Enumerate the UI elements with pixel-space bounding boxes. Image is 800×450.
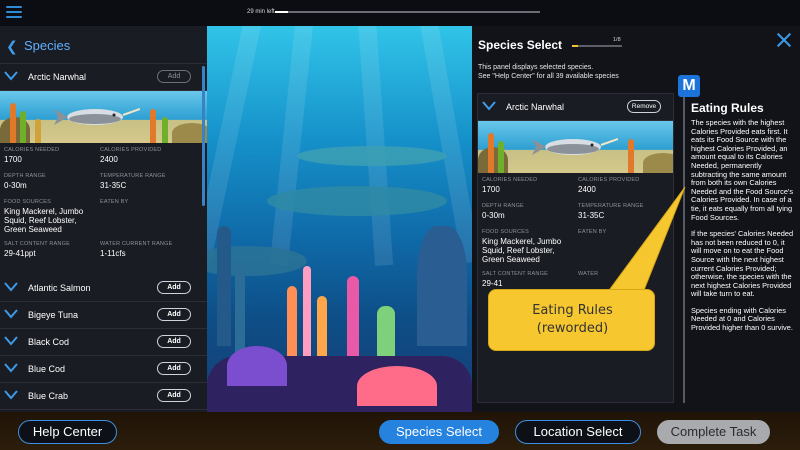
panel-description-line: This panel displays selected species. [478, 64, 594, 71]
complete-task-button[interactable]: Complete Task [657, 420, 770, 444]
species-name: Blue Crab [28, 391, 69, 401]
top-bar: 29 min left [0, 0, 800, 26]
scrollbar[interactable] [202, 66, 205, 206]
remove-button[interactable]: Remove [627, 100, 661, 113]
rules-paragraph: Species ending with Calories Needed at 0… [691, 305, 793, 333]
stat-label: CALORIES PROVIDED [578, 177, 640, 183]
stat-value: 2400 [100, 155, 118, 164]
location-select-button[interactable]: Location Select [515, 420, 641, 444]
add-button[interactable]: Add [157, 308, 191, 321]
selection-progress-fill [572, 45, 579, 47]
species-row[interactable]: Bigeye Tuna Add [0, 302, 207, 329]
selected-species-header[interactable]: Arctic Narwhal Remove [478, 94, 673, 121]
stat-label: FOOD SOURCES [4, 199, 52, 205]
rules-paragraph: The species with the highest Calories Pr… [691, 118, 794, 222]
close-icon[interactable] [776, 32, 792, 48]
m-logo-icon: M [678, 75, 700, 97]
timer-progress-fill [275, 11, 289, 13]
add-button[interactable]: Add [157, 335, 191, 348]
species-row[interactable]: Black Cod Add [0, 329, 207, 356]
species-image [0, 91, 207, 143]
hamburger-menu-icon[interactable] [6, 6, 22, 19]
species-row[interactable]: Blue Crab Add [0, 383, 207, 410]
species-name: Atlantic Salmon [28, 283, 91, 293]
timer-progress-bar [275, 11, 540, 13]
species-list-title: Species [24, 38, 71, 53]
species-name: Arctic Narwhal [506, 102, 565, 112]
timer-label: 29 min left [247, 9, 275, 15]
chevron-down-icon[interactable] [4, 309, 18, 321]
stat-label: EATEN BY [100, 199, 129, 205]
stat-label: TEMPERATURE RANGE [100, 173, 166, 179]
selection-count: 1/8 [613, 37, 621, 43]
rules-paragraph: If the species' Calories Needed has not … [691, 229, 794, 299]
species-row[interactable]: Blue Cod Add [0, 356, 207, 383]
bottom-bar: Help Center Species Select Location Sele… [0, 412, 800, 450]
stat-label: SALT CONTENT RANGE [4, 241, 70, 247]
species-name: Blue Cod [28, 364, 66, 374]
panel-title: Species Select [478, 38, 563, 52]
species-row-expanded[interactable]: Arctic Narwhal Add [0, 64, 207, 91]
stat-value: 0-30m [4, 181, 27, 190]
stat-value: 0-30m [482, 211, 505, 220]
species-row[interactable]: Atlantic Salmon Add [0, 275, 207, 302]
panel-description: This panel displays selected species. Se… [478, 63, 678, 81]
stat-label: CALORIES NEEDED [4, 147, 60, 153]
add-button[interactable]: Add [157, 389, 191, 402]
species-name: Bigeye Tuna [28, 310, 79, 320]
narwhal-icon [54, 108, 140, 125]
callout-note: Eating Rules (reworded) [488, 289, 655, 351]
species-name: Black Cod [28, 337, 70, 347]
eating-rules-text: The species with the highest Calories Pr… [691, 118, 795, 341]
species-select-button[interactable]: Species Select [379, 420, 499, 444]
narwhal-icon [532, 138, 618, 155]
stat-label: DEPTH RANGE [482, 203, 524, 209]
chevron-down-icon[interactable] [4, 390, 18, 402]
chevron-down-icon[interactable] [4, 363, 18, 375]
callout-line: (reworded) [536, 321, 609, 336]
species-list: Atlantic Salmon Add Bigeye Tuna Add Black Co… [0, 275, 207, 410]
add-button[interactable]: Add [157, 362, 191, 375]
chevron-up-icon[interactable] [4, 71, 18, 83]
stat-label: CALORIES PROVIDED [100, 147, 162, 153]
stat-value: King Mackerel, Jumbo Squid, Reef Lobster… [4, 207, 84, 234]
stat-label: CALORIES NEEDED [482, 177, 538, 183]
species-stats: CALORIES NEEDED 1700 CALORIES PROVIDED 2… [0, 143, 207, 275]
stat-value: 1-11cfs [100, 249, 126, 258]
stat-value: 1700 [482, 185, 500, 194]
stat-label: DEPTH RANGE [4, 173, 46, 179]
ocean-scene [207, 26, 472, 412]
back-chevron-icon[interactable]: ❮ [6, 38, 18, 55]
stat-label: SALT CONTENT RANGE [482, 271, 548, 277]
species-name: Arctic Narwhal [28, 72, 87, 82]
stat-value: 29-41 [482, 279, 503, 288]
stat-label: WATER CURRENT RANGE [100, 241, 173, 247]
species-image [478, 121, 673, 173]
help-center-button[interactable]: Help Center [18, 420, 117, 444]
chevron-down-icon[interactable] [4, 282, 18, 294]
chevron-up-icon[interactable] [482, 101, 496, 113]
eating-rules-title: Eating Rules [691, 101, 764, 115]
stat-value: King Mackerel, Jumbo Squid, Reef Lobster… [482, 237, 562, 264]
species-list-panel: ❮ Species Arctic Narwhal Add CALORIES NE… [0, 26, 207, 412]
stat-value: 1700 [4, 155, 22, 164]
callout-arrow-icon [609, 186, 686, 296]
stat-label: FOOD SOURCES [482, 229, 530, 235]
selection-progress-bar [572, 45, 622, 47]
panel-description-line: See "Help Center" for all 39 available s… [478, 73, 619, 80]
chevron-down-icon[interactable] [4, 336, 18, 348]
species-list-header: ❮ Species [0, 26, 207, 64]
add-button[interactable]: Add [157, 70, 191, 83]
stat-value: 31-35C [100, 181, 127, 190]
callout-line: Eating Rules [532, 303, 613, 318]
stat-value: 29-41ppt [4, 249, 36, 258]
add-button[interactable]: Add [157, 281, 191, 294]
